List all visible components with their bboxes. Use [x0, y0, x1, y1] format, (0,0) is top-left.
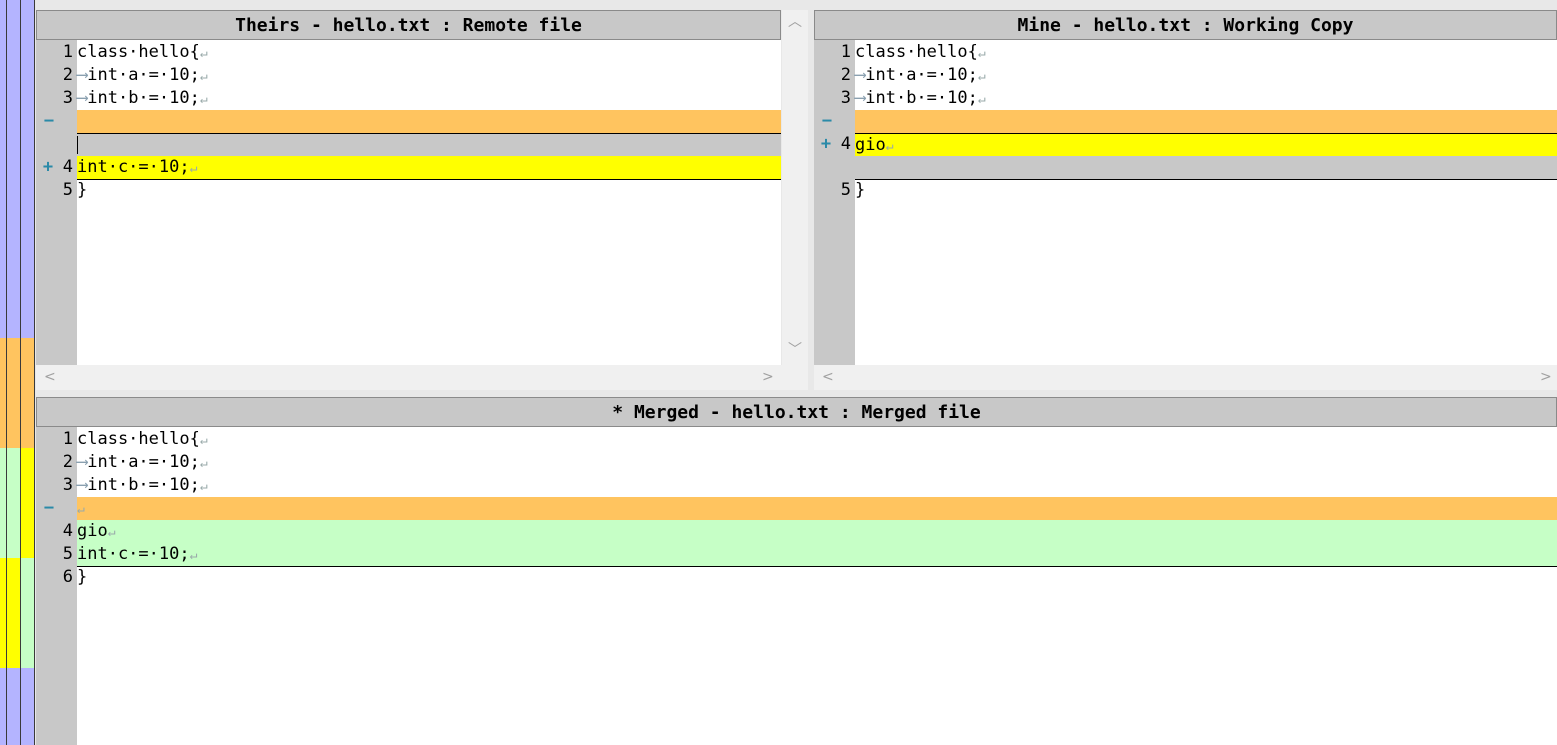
- line-number: 3: [62, 475, 73, 495]
- line-number: 6: [62, 567, 73, 587]
- code-line[interactable]: 6 }: [36, 566, 1557, 589]
- line-number: 3: [840, 88, 851, 108]
- theirs-code[interactable]: 1 class·hello{↵ 2 ⟶int·a·=·10;↵ 3 ⟶int·b…: [36, 41, 781, 365]
- line-text: ⟶int·a·=·10;↵: [77, 452, 208, 472]
- code-line[interactable]: 1 class·hello{↵: [814, 41, 1557, 64]
- code-line-empty[interactable]: [36, 133, 781, 157]
- code-line-merged[interactable]: 5 int·c·=·10;↵: [36, 543, 1557, 567]
- tab-glyph: ⟶: [77, 88, 88, 108]
- theirs-title: Theirs - hello.txt : Remote file: [36, 10, 781, 40]
- mine-title: Mine - hello.txt : Working Copy: [814, 10, 1557, 40]
- tab-glyph: ⟶: [855, 65, 866, 85]
- code-line-removed[interactable]: − ↵: [36, 497, 1557, 521]
- locbar-divider: [6, 0, 7, 745]
- locbar-divider: [34, 0, 35, 745]
- theirs-vertical-scrollbar[interactable]: ︿ ﹀: [782, 10, 808, 365]
- line-number: 2: [62, 452, 73, 472]
- scroll-left-icon[interactable]: <: [44, 365, 56, 390]
- location-bar[interactable]: [0, 0, 35, 745]
- line-text: [855, 110, 1557, 133]
- line-text: [77, 133, 781, 157]
- line-text: ⟶int·b·=·10;↵: [855, 88, 986, 108]
- scroll-up-icon[interactable]: ︿: [788, 10, 802, 35]
- scroll-right-icon[interactable]: >: [1540, 365, 1552, 390]
- locbar-gray-right: [20, 558, 35, 668]
- code-line[interactable]: 2 ⟶int·a·=·10;↵: [36, 64, 781, 87]
- code-line-removed[interactable]: −: [36, 110, 781, 133]
- code-line-merged[interactable]: gio↵: [77, 520, 1557, 543]
- line-text: }: [855, 180, 866, 200]
- locbar-divider: [20, 0, 21, 745]
- line-number: 1: [62, 429, 73, 449]
- line-number: 3: [62, 88, 73, 108]
- code-line-removed[interactable]: −: [814, 110, 1557, 133]
- code-line[interactable]: 5 }: [36, 179, 781, 202]
- line-text: ⟶int·a·=·10;↵: [77, 65, 208, 85]
- code-line-number-holder: 4: [36, 520, 77, 543]
- line-text: }: [77, 567, 88, 587]
- line-text: class·hello{↵: [855, 42, 986, 62]
- tab-glyph: ⟶: [77, 65, 88, 85]
- code-line[interactable]: 2 ⟶int·a·=·10;↵: [814, 64, 1557, 87]
- text-cursor: [77, 136, 78, 154]
- line-text: }: [77, 180, 88, 200]
- line-text: gio↵: [77, 521, 116, 541]
- merged-pane[interactable]: * Merged - hello.txt : Merged file 1 cla…: [36, 397, 1557, 745]
- scroll-left-icon[interactable]: <: [822, 365, 834, 390]
- code-line[interactable]: 3 ⟶int·b·=·10;↵: [814, 87, 1557, 110]
- mine-pane[interactable]: Mine - hello.txt : Working Copy 1 class·…: [814, 10, 1557, 365]
- line-number: 1: [62, 42, 73, 62]
- line-text: ⟶int·a·=·10;↵: [855, 65, 986, 85]
- line-text: ⟶int·b·=·10;↵: [77, 88, 208, 108]
- code-line[interactable]: 1 class·hello{↵: [36, 41, 781, 64]
- scroll-down-icon[interactable]: ﹀: [788, 338, 802, 363]
- removed-marker: −: [821, 111, 833, 131]
- mine-code[interactable]: 1 class·hello{↵ 2 ⟶int·a·=·10;↵ 3 ⟶int·b…: [814, 41, 1557, 365]
- line-number: 2: [62, 65, 73, 85]
- removed-marker: −: [43, 498, 55, 518]
- code-line[interactable]: 3 ⟶int·b·=·10;↵: [36, 87, 781, 110]
- theirs-horizontal-scrollbar[interactable]: < >: [36, 365, 808, 390]
- line-number: 4: [62, 157, 73, 177]
- code-line-added[interactable]: + 4 gio↵: [814, 133, 1557, 157]
- mine-horizontal-scrollbar[interactable]: < >: [814, 365, 1557, 390]
- code-line[interactable]: 3 ⟶int·b·=·10;↵: [36, 474, 1557, 497]
- merged-title: * Merged - hello.txt : Merged file: [36, 397, 1557, 427]
- line-text: [77, 110, 781, 133]
- removed-marker: −: [43, 111, 55, 131]
- locbar-green-left: [0, 448, 20, 558]
- line-text: class·hello{↵: [77, 42, 208, 62]
- line-text: class·hello{↵: [77, 429, 208, 449]
- scroll-right-icon[interactable]: >: [762, 365, 774, 390]
- line-text: int·c·=·10;↵: [77, 543, 1557, 567]
- line-text: ⟶int·b·=·10;↵: [77, 475, 208, 495]
- code-line-empty[interactable]: [814, 156, 1557, 180]
- line-text: gio↵: [855, 133, 1557, 157]
- line-number: 4: [62, 521, 73, 541]
- code-line-added[interactable]: + 4 int·c·=·10;↵: [36, 156, 781, 180]
- line-text: ↵: [77, 497, 1557, 521]
- locbar-yellow-left: [0, 558, 20, 668]
- line-number: 1: [840, 42, 851, 62]
- merged-code[interactable]: 1 class·hello{↵ 2 ⟶int·a·=·10;↵ 3 ⟶int·b…: [36, 428, 1557, 745]
- line-number: 5: [62, 544, 73, 564]
- line-number: 4: [840, 134, 851, 154]
- code-line[interactable]: 2 ⟶int·a·=·10;↵: [36, 451, 1557, 474]
- line-number: 5: [62, 180, 73, 200]
- tab-glyph: ⟶: [77, 475, 88, 495]
- line-number: 5: [840, 180, 851, 200]
- tab-glyph: ⟶: [855, 88, 866, 108]
- line-text: int·c·=·10;↵: [77, 156, 781, 180]
- code-line[interactable]: 1 class·hello{↵: [36, 428, 1557, 451]
- line-text: [855, 156, 1557, 180]
- theirs-pane[interactable]: Theirs - hello.txt : Remote file 1 class…: [36, 10, 781, 365]
- tab-glyph: ⟶: [77, 452, 88, 472]
- locbar-yellow-right: [20, 448, 35, 558]
- line-number: 2: [840, 65, 851, 85]
- code-line[interactable]: 5 }: [814, 179, 1557, 202]
